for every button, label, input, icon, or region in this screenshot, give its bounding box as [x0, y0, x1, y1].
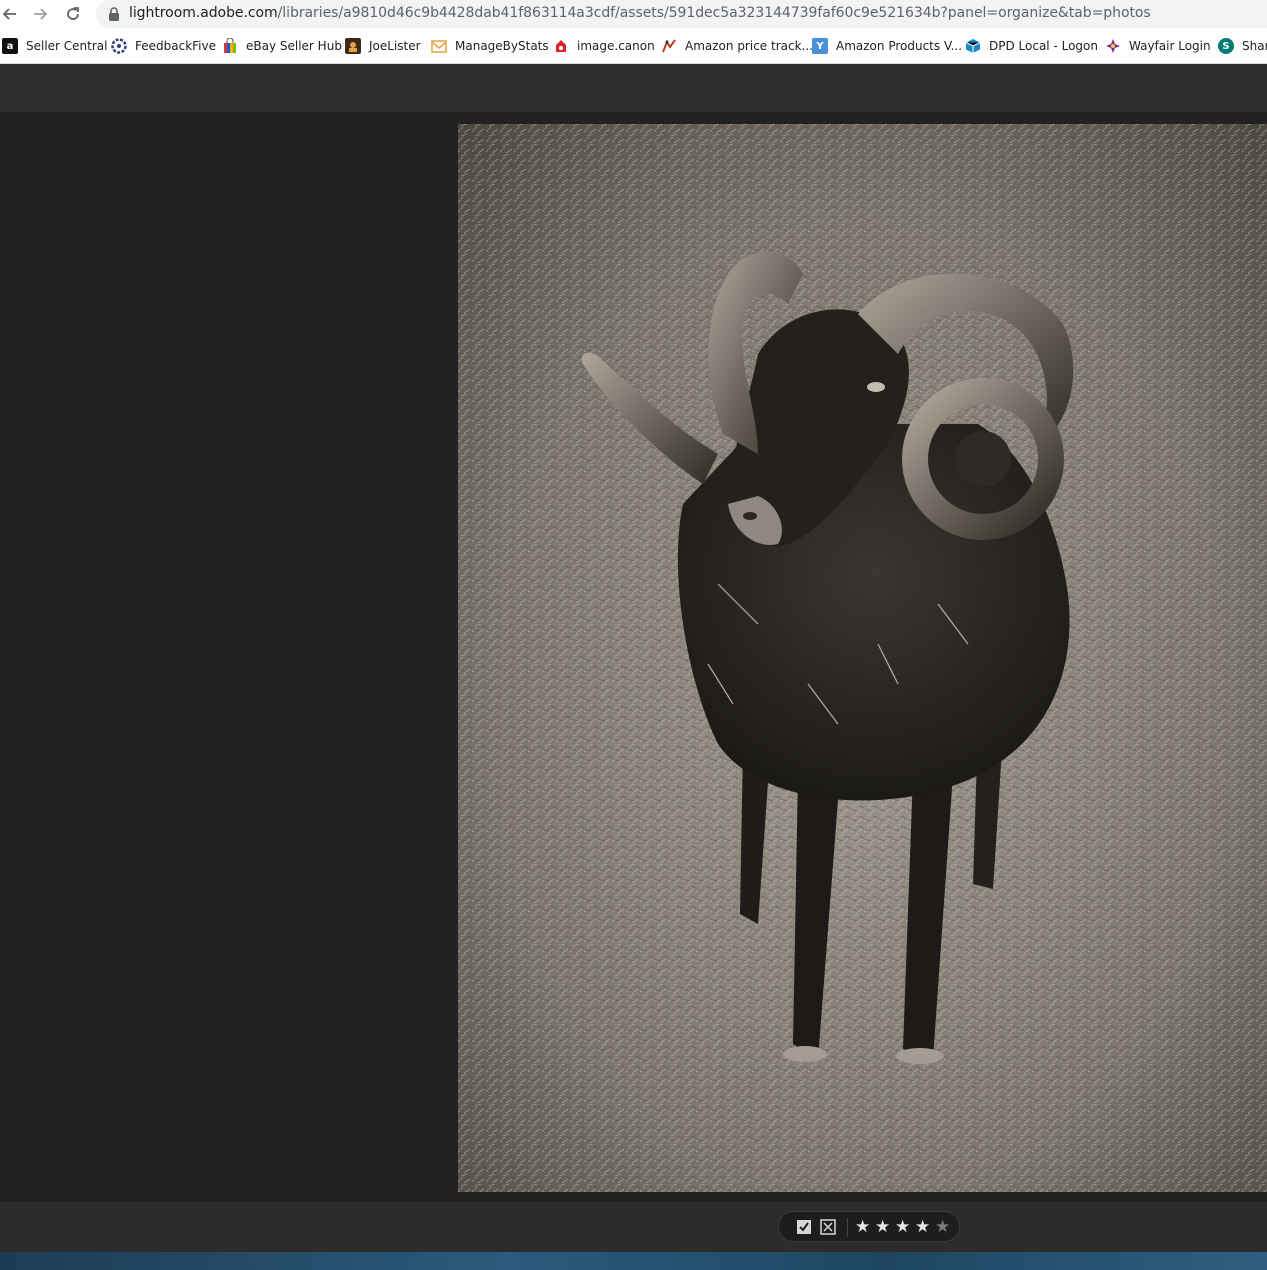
app-header [0, 64, 1267, 112]
star-5-icon[interactable]: ★ [935, 1217, 950, 1237]
feedbackfive-icon [111, 38, 127, 54]
managebystats-icon [431, 38, 447, 54]
joelister-icon [345, 38, 361, 54]
photo-viewer [458, 112, 1267, 1202]
bookmark-label: DPD Local - Logon [989, 39, 1098, 53]
bookmark-share[interactable]: S Share [1218, 37, 1267, 55]
sharepoint-icon: S [1218, 38, 1234, 54]
bookmark-image-canon[interactable]: image.canon [553, 37, 655, 55]
os-taskbar [0, 1252, 1267, 1270]
bookmark-ebay-seller-hub[interactable]: eBay Seller Hub [222, 37, 342, 55]
url-path: /libraries/a9810d46c9b4428dab41f863114a3… [277, 5, 1151, 21]
bookmark-label: image.canon [577, 39, 655, 53]
forward-arrow-icon[interactable] [30, 4, 50, 24]
bookmark-feedbackfive[interactable]: FeedbackFive [111, 37, 216, 55]
canon-icon [553, 38, 569, 54]
bottom-toolbar: ★ ★ ★ ★ ★ [0, 1202, 1267, 1252]
bookmark-amazon-price-tracker[interactable]: Amazon price track... [661, 37, 813, 55]
reject-flag-icon[interactable] [820, 1219, 836, 1235]
bookmark-label: Wayfair Login [1129, 39, 1211, 53]
bookmark-label: Seller Central [26, 39, 108, 53]
bookmark-managebystats[interactable]: ManageByStats [431, 37, 549, 55]
star-3-icon[interactable]: ★ [895, 1217, 910, 1237]
bookmark-label: Share [1242, 39, 1267, 53]
dpd-cube-icon [965, 38, 981, 54]
pick-flag-icon[interactable] [796, 1219, 812, 1235]
rating-divider [847, 1218, 848, 1237]
amazon-products-icon: Y [812, 38, 828, 54]
left-panel [0, 112, 458, 1202]
lock-icon[interactable] [108, 7, 120, 21]
photo[interactable] [458, 124, 1267, 1192]
bookmark-label: FeedbackFive [135, 39, 216, 53]
ram-photo [458, 124, 1267, 1192]
star-1-icon[interactable]: ★ [855, 1217, 870, 1237]
bookmarks-bar: a Seller Central FeedbackFive eBay Selle… [0, 28, 1267, 64]
price-tracker-icon [661, 38, 677, 54]
star-2-icon[interactable]: ★ [875, 1217, 890, 1237]
browser-toolbar: lightroom.adobe.com/libraries/a9810d46c9… [0, 0, 1267, 28]
url-text[interactable]: lightroom.adobe.com/libraries/a9810d46c9… [129, 5, 1151, 21]
bookmark-amazon-products[interactable]: Y Amazon Products V... [812, 37, 962, 55]
star-4-icon[interactable]: ★ [915, 1217, 930, 1237]
bookmark-joelister[interactable]: JoeLister [345, 37, 421, 55]
bookmark-wayfair[interactable]: Wayfair Login [1105, 37, 1211, 55]
wayfair-icon [1105, 38, 1121, 54]
amazon-icon: a [2, 38, 18, 54]
bookmark-label: eBay Seller Hub [246, 39, 342, 53]
bookmark-label: Amazon price track... [685, 39, 813, 53]
reload-icon[interactable] [63, 4, 83, 24]
url-host: lightroom.adobe.com [129, 5, 278, 21]
ebay-bag-icon [222, 38, 238, 54]
address-bar[interactable]: lightroom.adobe.com/libraries/a9810d46c9… [96, 0, 1267, 28]
back-arrow-icon[interactable] [0, 4, 20, 24]
bookmark-label: JoeLister [369, 39, 421, 53]
bookmark-label: ManageByStats [455, 39, 549, 53]
bookmark-seller-central[interactable]: a Seller Central [2, 37, 108, 55]
rating-control: ★ ★ ★ ★ ★ [778, 1211, 960, 1242]
bookmark-dpd-local[interactable]: DPD Local - Logon [965, 37, 1098, 55]
bookmark-label: Amazon Products V... [836, 39, 963, 53]
